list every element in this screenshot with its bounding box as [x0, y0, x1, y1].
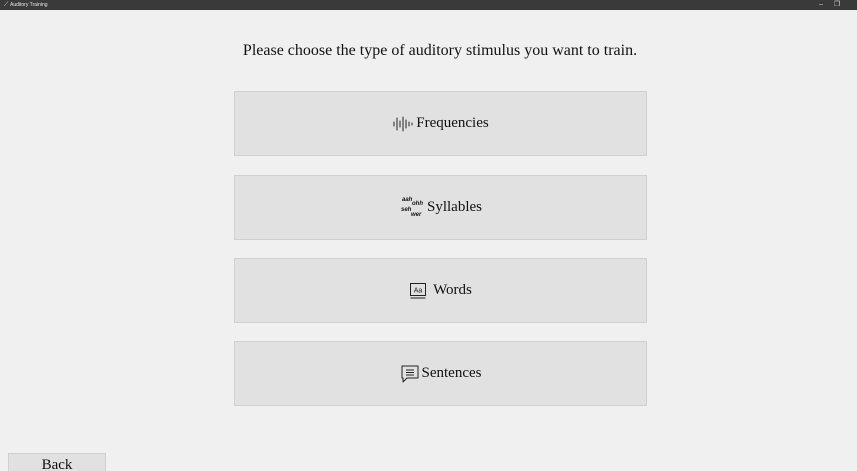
sentences-button[interactable]: Sentences [234, 341, 647, 406]
waveform-icon [392, 116, 414, 132]
window-title: Auditory Training [10, 2, 48, 8]
app-icon: ⟋ [4, 2, 9, 8]
syllables-label: Syllables [427, 199, 482, 215]
sentences-label: Sentences [421, 365, 482, 381]
syllables-button[interactable]: aah ohh seh wer Syllables [234, 175, 647, 240]
dictionary-icon: Aa [409, 282, 427, 300]
title-bar: ⟋ Auditory Training – ❐ [0, 0, 857, 10]
words-button[interactable]: Aa Words [234, 258, 647, 323]
app-window: ⟋ Auditory Training – ❐ Please choose th… [0, 0, 857, 471]
svg-text:Aa: Aa [414, 287, 423, 294]
syllables-icon: aah ohh seh wer [401, 196, 423, 218]
minimize-button[interactable]: – [815, 0, 827, 10]
page-title: Please choose the type of auditory stimu… [242, 42, 638, 59]
words-label: Words [433, 282, 472, 298]
message-lines-icon [400, 364, 420, 384]
frequencies-button[interactable]: Frequencies [234, 91, 647, 156]
frequencies-label: Frequencies [416, 115, 489, 131]
restore-button[interactable]: ❐ [831, 0, 843, 10]
back-button[interactable]: Back [8, 453, 106, 471]
